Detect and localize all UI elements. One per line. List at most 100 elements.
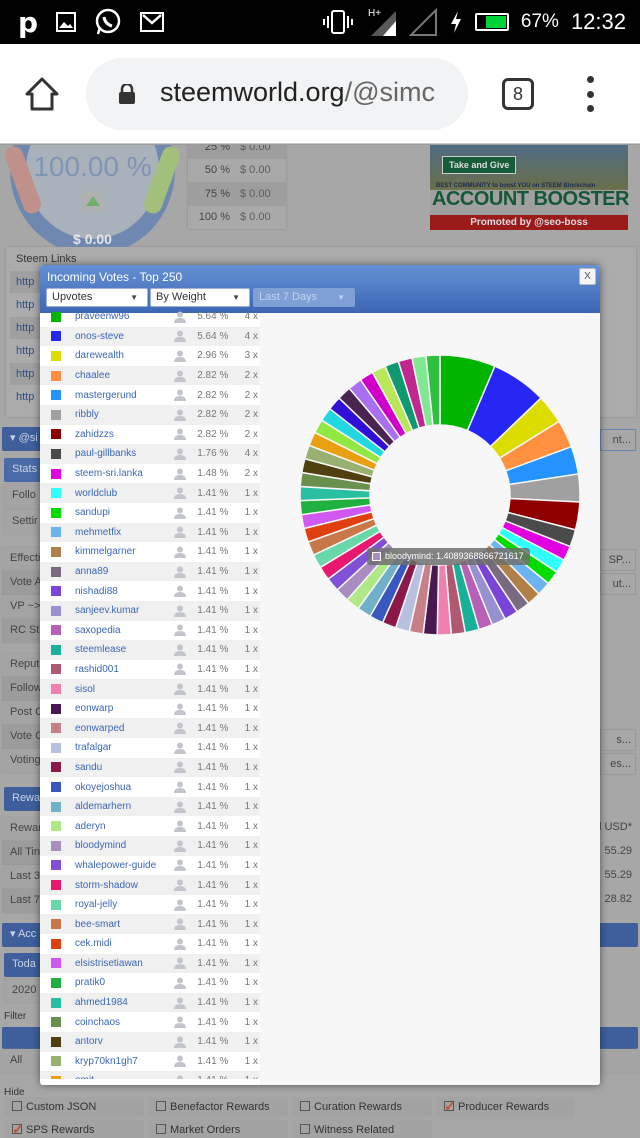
voter-name-link[interactable]: whalepower-guide [75, 860, 169, 871]
user-icon[interactable] [173, 409, 187, 421]
triangle-up-icon[interactable] [82, 191, 104, 211]
hide-witness-related[interactable]: Witness Related [292, 1120, 432, 1138]
checkbox-icon[interactable] [156, 1124, 166, 1134]
user-icon[interactable] [173, 1075, 187, 1079]
user-icon[interactable] [173, 468, 187, 480]
voter-name-link[interactable]: anna89 [75, 566, 169, 577]
checkbox-icon[interactable] [12, 1101, 22, 1111]
voter-name-link[interactable]: steemlease [75, 644, 169, 655]
user-icon[interactable] [173, 428, 187, 441]
right-button[interactable]: SP... [600, 549, 636, 571]
voter-name-link[interactable]: bloodymind [75, 840, 169, 851]
voter-name-link[interactable]: bee-smart [75, 919, 169, 930]
user-icon[interactable] [173, 742, 187, 754]
user-icon[interactable] [173, 761, 187, 774]
user-icon[interactable] [173, 1055, 187, 1068]
voter-name-link[interactable]: darewealth [75, 350, 169, 361]
hide-market-orders[interactable]: Market Orders [148, 1120, 288, 1138]
voter-name-link[interactable]: worldclub [75, 488, 169, 499]
checkbox-icon[interactable] [156, 1101, 166, 1111]
voter-name-link[interactable]: zahidzzs [75, 429, 169, 440]
user-icon[interactable] [173, 663, 187, 676]
voter-name-link[interactable]: coinchaos [75, 1017, 169, 1028]
user-icon[interactable] [173, 507, 187, 519]
url-text[interactable]: steemworld.org/@simc [160, 77, 454, 108]
right-button[interactable]: ut... [600, 573, 636, 595]
checkbox-icon[interactable] [300, 1124, 310, 1134]
voter-name-link[interactable]: steem-sri.lanka [75, 468, 169, 479]
voter-name-link[interactable]: kryp70kn1gh7 [75, 1056, 169, 1067]
user-icon[interactable] [173, 703, 187, 715]
address-bar[interactable]: steemworld.org/@simc [86, 58, 468, 130]
voter-name-link[interactable]: sisol [75, 684, 169, 695]
voter-name-link[interactable]: storm-shadow [75, 880, 169, 891]
user-icon[interactable] [173, 997, 187, 1009]
user-icon[interactable] [173, 977, 187, 989]
user-icon[interactable] [173, 585, 187, 598]
voter-name-link[interactable]: antorv [75, 1036, 169, 1047]
user-icon[interactable] [173, 899, 187, 911]
home-icon[interactable] [24, 76, 60, 112]
user-icon[interactable] [173, 566, 187, 578]
user-icon[interactable] [173, 330, 187, 343]
voter-name-link[interactable]: eonwarped [75, 723, 169, 734]
user-icon[interactable] [173, 370, 187, 382]
user-icon[interactable] [173, 781, 187, 794]
voter-name-link[interactable]: eonwarp [75, 703, 169, 714]
user-icon[interactable] [173, 801, 187, 813]
right-button[interactable]: nt... [600, 429, 636, 451]
hide-curation-rewards[interactable]: Curation Rewards [292, 1097, 432, 1117]
user-icon[interactable] [173, 918, 187, 931]
user-icon[interactable] [173, 938, 187, 950]
user-icon[interactable] [173, 526, 187, 539]
user-icon[interactable] [173, 859, 187, 872]
voter-name-link[interactable]: praveenw96 [75, 311, 169, 322]
user-icon[interactable] [173, 448, 187, 460]
voter-name-link[interactable]: sandupi [75, 507, 169, 518]
user-icon[interactable] [173, 350, 187, 362]
voter-name-link[interactable]: trafalgar [75, 742, 169, 753]
user-icon[interactable] [173, 546, 187, 558]
checkbox-icon[interactable] [300, 1101, 310, 1111]
voter-name-link[interactable]: nishadi88 [75, 586, 169, 597]
voter-name-link[interactable]: saxopedia [75, 625, 169, 636]
menu-icon[interactable] [582, 76, 598, 112]
user-icon[interactable] [173, 605, 187, 617]
user-icon[interactable] [173, 644, 187, 656]
voter-name-link[interactable]: mastergerund [75, 390, 169, 401]
voter-name-link[interactable]: cek.midi [75, 938, 169, 949]
user-icon[interactable] [173, 879, 187, 892]
account-booster-ad[interactable]: Take and Give BEST COMMUNITY to boost YO… [430, 145, 629, 230]
hide-custom-json[interactable]: Custom JSON [4, 1097, 144, 1117]
hide-benefactor-rewards[interactable]: Benefactor Rewards [148, 1097, 288, 1117]
voter-name-link[interactable]: kimmelgarner [75, 546, 169, 557]
voter-name-link[interactable]: aldemarhern [75, 801, 169, 812]
tabs-button[interactable]: 8 [502, 78, 534, 110]
right-button[interactable]: es... [600, 753, 636, 775]
voter-name-link[interactable]: ribbly [75, 409, 169, 420]
close-button[interactable]: X [579, 268, 596, 285]
voter-name-link[interactable]: sanjeev.kumar [75, 605, 169, 616]
voter-name-link[interactable]: chaalee [75, 370, 169, 381]
checkbox-checked-icon[interactable] [12, 1119, 24, 1138]
user-icon[interactable] [173, 487, 187, 500]
voter-name-link[interactable]: omit [75, 1075, 169, 1079]
voter-name-link[interactable]: mehmetfix [75, 527, 169, 538]
sort-select[interactable]: By Weight ▼ [150, 288, 250, 307]
hide-sps-rewards[interactable]: SPS Rewards [4, 1119, 144, 1138]
user-icon[interactable] [173, 1036, 187, 1048]
user-icon[interactable] [173, 389, 187, 402]
user-icon[interactable] [173, 840, 187, 852]
user-icon[interactable] [173, 722, 187, 735]
right-button[interactable]: s... [600, 729, 636, 751]
voter-name-link[interactable]: rashid001 [75, 664, 169, 675]
user-icon[interactable] [173, 820, 187, 833]
user-icon[interactable] [173, 683, 187, 696]
voter-name-link[interactable]: ahmed1984 [75, 997, 169, 1008]
checkbox-checked-icon[interactable] [444, 1096, 456, 1116]
voter-name-link[interactable]: pratik0 [75, 977, 169, 988]
voter-name-link[interactable]: aderyn [75, 821, 169, 832]
user-icon[interactable] [173, 1016, 187, 1029]
vote-type-select[interactable]: Upvotes ▼ [46, 288, 148, 307]
voter-name-link[interactable]: okoyejoshua [75, 782, 169, 793]
